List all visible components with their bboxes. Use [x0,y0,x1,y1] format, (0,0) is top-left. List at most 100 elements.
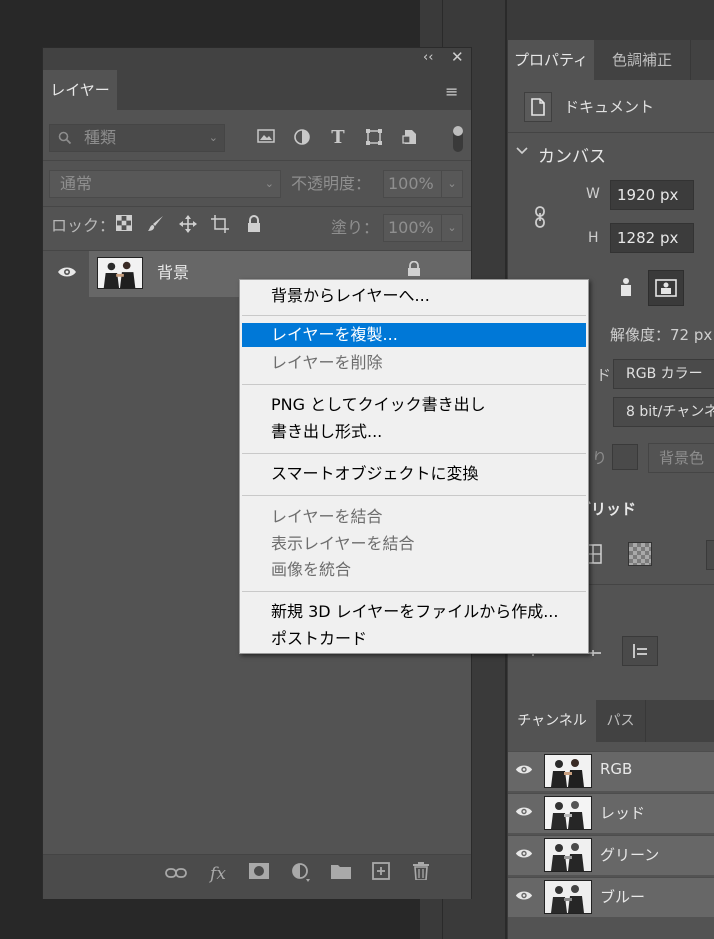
width-input[interactable]: 1920 px [610,180,694,210]
tab-paths[interactable]: パス [596,700,646,742]
visibility-eye-icon[interactable] [512,759,536,783]
link-dimensions-icon[interactable] [534,206,546,233]
chevron-down-icon[interactable]: ⌄ [441,215,462,241]
channel-thumbnail[interactable] [544,838,592,872]
align-right-icon[interactable] [622,636,658,666]
filter-toggle-switch[interactable] [453,126,463,152]
layer-locked-icon[interactable] [407,260,421,281]
bit-depth-select[interactable]: 8 bit/チャンネル [613,397,714,427]
shape-layer-filter-icon[interactable] [363,128,385,148]
lock-artboard-icon[interactable] [209,215,231,237]
lock-all-icon[interactable] [243,215,265,237]
filter-kind-label: 種類 [84,128,117,147]
tab-properties[interactable]: プロパティ [508,40,594,80]
portrait-orientation-icon[interactable] [610,272,642,304]
lock-position-move-icon[interactable] [177,215,199,237]
chevron-down-icon[interactable]: ⌄ [441,171,462,197]
chevron-down-icon: ⌄ [264,177,274,190]
grid-options-select[interactable] [706,540,714,570]
lock-pixels-brush-icon[interactable] [145,215,167,237]
menu-separator [242,315,586,316]
opacity-input[interactable]: 100% ⌄ [383,170,463,198]
canvas-section-title[interactable]: カンバス [538,142,606,167]
tab-adjustments[interactable]: 色調補正 [594,40,691,80]
menu-item-delete-layer[interactable]: レイヤーを削除 [240,351,588,375]
visibility-eye-icon[interactable] [512,885,536,909]
menu-item-convert-smart-object[interactable]: スマートオブジェクトに変換 [240,462,588,486]
blend-mode-select[interactable]: 通常 ⌄ [49,170,281,198]
menu-item-merge-layers[interactable]: レイヤーを結合 [240,505,588,529]
transparency-checker-icon[interactable] [628,542,652,566]
resolution-label: 解像度：72 px [610,326,713,344]
fill-input[interactable]: 100% ⌄ [383,214,463,242]
menu-item-postcard[interactable]: ポストカード [240,627,588,651]
close-panel-icon[interactable]: ✕ [451,48,464,66]
divider [43,206,471,207]
divider [508,132,714,133]
document-icon [524,92,552,122]
link-layers-icon[interactable] [164,862,188,886]
menu-separator [242,591,586,592]
channel-thumbnail[interactable] [544,880,592,914]
layer-thumbnail[interactable] [97,257,143,289]
collapse-panel-icon[interactable]: ‹‹ [423,50,433,65]
channel-name[interactable]: RGB [600,760,632,778]
type-layer-filter-icon[interactable]: T [327,128,349,148]
channel-name[interactable]: グリーン [600,844,659,865]
width-label: W [586,186,600,202]
new-layer-icon[interactable] [369,862,393,886]
panel-menu-icon[interactable]: ≡ [445,82,458,101]
canvas-color-swatch[interactable] [612,444,638,470]
chevron-down-icon: ⌄ [208,131,218,144]
tab-channels[interactable]: チャンネル [508,700,596,742]
document-label: ドキュメント [564,98,655,116]
height-label: H [588,230,599,246]
menu-item-merge-visible[interactable]: 表示レイヤーを結合 [240,532,588,556]
visibility-eye-icon[interactable] [512,801,536,825]
mode-label: ド [596,366,612,384]
layer-name[interactable]: 背景 [157,261,189,285]
tab-layers[interactable]: レイヤー [43,70,117,110]
lock-transparency-icon[interactable] [113,215,135,237]
menu-item-export-as[interactable]: 書き出し形式... [240,420,588,444]
menu-item-quick-export-png[interactable]: PNG としてクイック書き出し [240,393,588,417]
menu-item-flatten-image[interactable]: 画像を統合 [240,558,588,582]
height-input[interactable]: 1282 px [610,223,694,253]
fx-icon[interactable]: fx [206,862,230,886]
blend-mode-value: 通常 [60,174,93,193]
fill-partial-label: り [592,449,608,467]
layer-filter-select[interactable]: 種類 ⌄ [49,124,225,152]
add-mask-icon[interactable] [247,862,271,886]
fill-label: 塗り： [331,218,380,237]
smart-object-filter-icon[interactable] [399,128,421,148]
opacity-label: 不透明度： [291,174,372,193]
channel-thumbnail[interactable] [544,754,592,788]
adjustment-layer-icon[interactable] [289,862,313,886]
background-color-select[interactable]: 背景色 [648,443,714,473]
visibility-eye-icon[interactable] [53,261,81,285]
visibility-eye-icon[interactable] [512,843,536,867]
menu-separator [242,453,586,454]
lock-label: ロック： [51,216,116,235]
channel-name[interactable]: レッド [600,802,645,823]
menu-item-new-3d-layer[interactable]: 新規 3D レイヤーをファイルから作成... [240,600,588,624]
opacity-value: 100% [388,174,434,193]
menu-separator [242,495,586,496]
adjustment-layer-filter-icon[interactable] [291,128,313,148]
menu-item-duplicate-layer[interactable]: レイヤーを複製... [242,323,586,347]
pixel-layer-filter-icon[interactable] [255,128,277,148]
channel-thumbnail[interactable] [544,796,592,830]
color-mode-select[interactable]: RGB カラー [613,359,714,389]
search-icon [58,125,72,153]
group-folder-icon[interactable] [329,862,353,886]
divider [43,160,471,161]
channel-name[interactable]: ブルー [600,886,645,907]
chevron-down-icon[interactable] [516,144,528,159]
delete-icon[interactable] [409,862,433,886]
panel-title-bar[interactable] [43,48,471,70]
menu-item-layer-from-background[interactable]: 背景からレイヤーへ... [240,284,588,308]
landscape-orientation-icon[interactable] [648,270,684,306]
layer-context-menu: 背景からレイヤーへ... レイヤーを複製... レイヤーを削除 PNG としてク… [239,279,589,654]
fill-value: 100% [388,218,434,237]
menu-separator [242,384,586,385]
